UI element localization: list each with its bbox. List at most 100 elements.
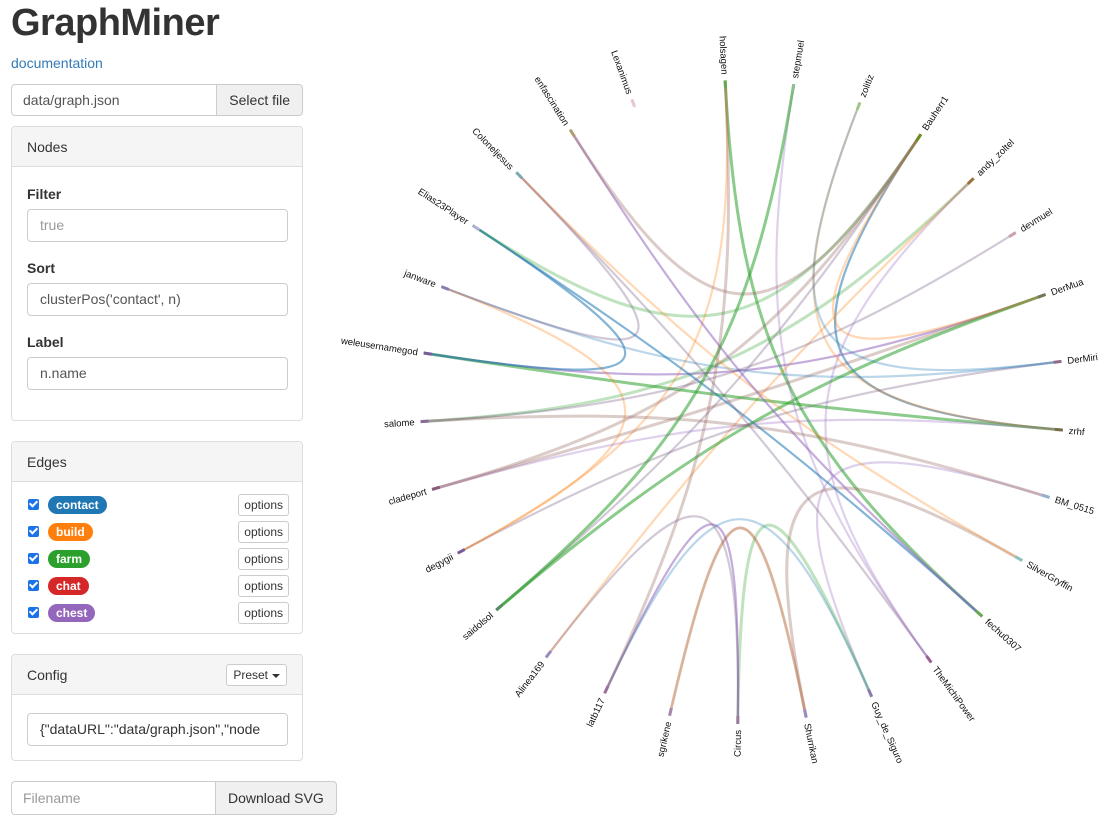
checkbox[interactable] <box>28 580 39 591</box>
select-file-button[interactable]: Select file <box>216 84 303 116</box>
sort-input[interactable]: clusterPos('contact', n) <box>27 283 288 316</box>
node-label[interactable]: holsagen <box>716 36 729 75</box>
filter-input[interactable]: true <box>27 209 288 242</box>
node-label[interactable]: cladeport <box>387 486 428 507</box>
node-label[interactable]: Elias23Player <box>416 186 471 227</box>
node-label[interactable]: Guy_de_Siguro <box>868 700 905 765</box>
node-marker[interactable] <box>1053 359 1062 364</box>
options-button[interactable]: options <box>238 494 289 516</box>
edges-layer <box>420 80 1063 724</box>
node-marker[interactable] <box>803 709 808 718</box>
node-label[interactable]: DerMua <box>1050 277 1086 299</box>
node-marker[interactable] <box>544 650 553 659</box>
graph-edge <box>812 102 1063 432</box>
checkbox[interactable] <box>28 607 39 618</box>
node-marker[interactable] <box>915 133 923 142</box>
node-marker[interactable] <box>431 485 441 491</box>
preset-label: Preset <box>233 668 268 682</box>
node-marker[interactable] <box>1037 293 1047 299</box>
graph-edge <box>832 133 1046 340</box>
node-label[interactable]: Shurrikan <box>801 722 820 764</box>
nodes-panel-heading: Nodes <box>12 127 302 167</box>
node-label[interactable]: Coloneljesus <box>469 126 515 173</box>
node-marker[interactable] <box>790 83 796 93</box>
node-label[interactable]: saidolsol <box>460 610 495 642</box>
options-button[interactable]: options <box>238 575 289 597</box>
edge-type-row-farm: farm options <box>27 548 289 570</box>
graph-edge <box>815 461 1050 698</box>
node-marker[interactable] <box>440 285 450 291</box>
node-label[interactable]: Lexanimus <box>608 49 634 96</box>
download-svg-button[interactable]: Download SVG <box>215 781 337 815</box>
graph-edge <box>423 224 627 371</box>
node-label[interactable]: zolitiz <box>858 73 877 99</box>
graph-edge <box>423 293 1046 376</box>
node-marker[interactable] <box>630 98 637 108</box>
node-label[interactable]: DerMiri <box>1067 352 1099 367</box>
file-path-input[interactable]: data/graph.json <box>11 84 217 116</box>
config-input[interactable]: {"dataURL":"data/graph.json","node <box>27 713 288 746</box>
node-marker[interactable] <box>855 101 862 111</box>
node-label[interactable]: SilverGryffin <box>1024 559 1074 594</box>
node-label[interactable]: Circus <box>733 730 744 757</box>
node-marker[interactable] <box>925 655 933 664</box>
config-panel-heading: Config Preset <box>12 655 302 695</box>
graph-edge <box>785 486 1023 718</box>
node-marker[interactable] <box>568 128 576 138</box>
node-label[interactable]: salome <box>384 417 415 430</box>
preset-dropdown[interactable]: Preset <box>226 664 287 686</box>
checkbox[interactable] <box>28 553 39 564</box>
edge-type-badge: build <box>48 523 93 541</box>
node-marker[interactable] <box>603 685 610 694</box>
label-input[interactable]: n.name <box>27 357 288 390</box>
node-marker[interactable] <box>966 177 975 185</box>
node-label[interactable]: janware <box>402 268 438 291</box>
node-label[interactable]: enfascination <box>532 75 571 128</box>
node-label[interactable]: BM_0515 <box>1053 495 1095 518</box>
options-button[interactable]: options <box>238 548 289 570</box>
config-panel: Config Preset {"dataURL":"data/graph.jso… <box>11 654 303 761</box>
node-marker[interactable] <box>423 351 432 356</box>
sort-label: Sort <box>27 260 55 276</box>
node-marker[interactable] <box>1041 493 1050 499</box>
node-marker[interactable] <box>456 548 466 555</box>
options-button[interactable]: options <box>238 521 289 543</box>
node-label[interactable]: fechu0307 <box>982 617 1022 655</box>
edge-type-row-chest: chest options <box>27 602 289 624</box>
documentation-link[interactable]: documentation <box>11 55 103 71</box>
node-marker[interactable] <box>495 603 504 612</box>
graph-edge <box>431 418 1063 491</box>
node-label[interactable]: weleusernamegod <box>339 336 418 359</box>
node-label[interactable]: TheMichiPower <box>930 665 977 724</box>
options-button[interactable]: options <box>238 602 289 624</box>
node-marker[interactable] <box>1014 555 1023 562</box>
node-marker[interactable] <box>1054 427 1063 432</box>
edges-panel-heading: Edges <box>12 442 302 482</box>
node-marker[interactable] <box>668 707 673 717</box>
filename-input[interactable] <box>11 781 215 815</box>
checkbox[interactable] <box>28 526 39 537</box>
node-label[interactable]: devmuel <box>1018 207 1054 235</box>
edge-type-row-contact: contact options <box>27 494 289 516</box>
app-title: GraphMiner <box>11 2 220 44</box>
node-label[interactable]: Bauherr1 <box>920 94 951 133</box>
node-label[interactable]: stepmuel <box>790 39 807 79</box>
node-label[interactable]: Alinea169 <box>513 659 547 699</box>
edge-type-badge: chat <box>48 577 89 595</box>
node-label[interactable]: andy_zoltel <box>975 137 1017 178</box>
node-label[interactable]: latb117 <box>585 697 608 729</box>
node-marker[interactable] <box>867 688 874 698</box>
export-group: Download SVG <box>11 781 337 815</box>
edge-type-badge: farm <box>48 550 91 568</box>
checkbox[interactable] <box>28 499 39 510</box>
node-marker[interactable] <box>1008 231 1017 239</box>
node-marker[interactable] <box>975 609 984 618</box>
node-label[interactable]: sgrikene <box>656 721 675 758</box>
node-marker[interactable] <box>471 224 481 232</box>
config-heading-label: Config <box>27 667 68 683</box>
edge-type-row-chat: chat options <box>27 575 289 597</box>
node-label[interactable]: degygii <box>424 552 456 576</box>
node-marker[interactable] <box>515 171 523 180</box>
node-label[interactable]: zrhf <box>1068 426 1085 438</box>
edge-type-badge: chest <box>48 604 96 622</box>
